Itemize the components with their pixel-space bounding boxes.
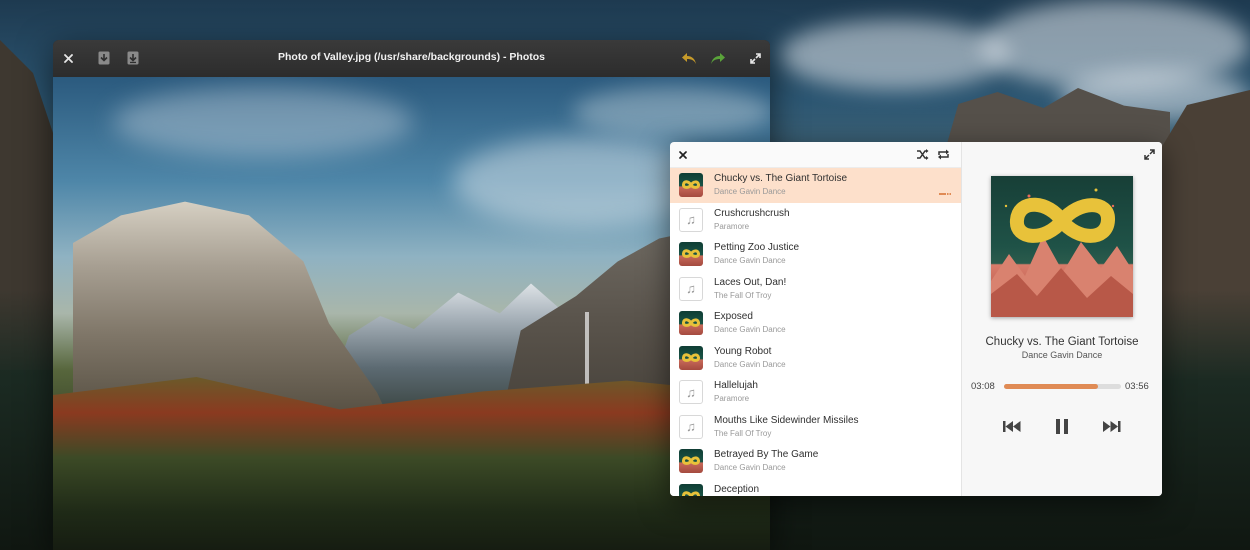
track-row[interactable]: ♫ Laces Out, Dan! The Fall Of Troy [670, 272, 961, 307]
duration-time: 03:56 [1125, 381, 1149, 392]
track-row[interactable]: Betrayed By The Game Dance Gavin Dance [670, 444, 961, 479]
photo-canvas[interactable] [53, 77, 770, 550]
seek-bar[interactable] [1004, 384, 1121, 389]
now-playing-title: Chucky vs. The Giant Tortoise [985, 336, 1139, 348]
repeat-icon[interactable] [935, 147, 951, 162]
close-icon[interactable] [676, 148, 690, 161]
skip-previous-icon[interactable] [1000, 415, 1024, 437]
photos-window: Photo of Valley.jpg (/usr/share/backgrou… [53, 40, 770, 550]
photos-headerbar: Photo of Valley.jpg (/usr/share/backgrou… [53, 40, 770, 78]
redo-icon[interactable] [708, 48, 728, 68]
close-icon[interactable] [59, 48, 77, 68]
window-title: Photo of Valley.jpg (/usr/share/backgrou… [277, 51, 545, 63]
track-artist: Dance Gavin Dance [714, 256, 786, 265]
now-playing-artist: Dance Gavin Dance [1021, 350, 1103, 360]
fullscreen-icon[interactable] [1142, 147, 1157, 162]
track-artist: Dance Gavin Dance [714, 187, 786, 196]
track-row[interactable]: Exposed Dance Gavin Dance [670, 306, 961, 341]
track-artist: Dance Gavin Dance [714, 359, 786, 369]
track-row[interactable]: Chucky vs. The Giant Tortoise Dance Gavin… [670, 168, 961, 203]
music-note-icon: ♫ [679, 380, 703, 404]
track-row[interactable]: Petting Zoo Justice Dance Gavin Dance [670, 237, 961, 272]
track-title: Laces Out, Dan! [714, 276, 787, 288]
seek-bar-fill [1004, 384, 1098, 389]
track-artist: The Fall Of Troy [714, 428, 772, 438]
skip-next-icon[interactable] [1100, 415, 1124, 437]
album-thumbnail [679, 449, 703, 473]
music-note-icon: ♫ [679, 276, 703, 301]
album-thumbnail [679, 173, 703, 197]
track-title: Petting Zoo Justice [714, 242, 800, 253]
album-thumbnail [679, 345, 703, 370]
download-icon[interactable] [95, 48, 113, 68]
music-window: Chucky vs. The Giant Tortoise Dance Gavin… [670, 142, 1162, 496]
album-thumbnail [679, 242, 703, 266]
track-artist: The Fall Of Troy [714, 290, 772, 300]
track-title: Deception [714, 483, 760, 495]
elapsed-time: 03:08 [971, 381, 995, 392]
now-playing-panel: Chucky vs. The Giant Tortoise Dance Gavi… [961, 142, 1162, 496]
music-note-icon: ♫ [679, 207, 703, 232]
track-title: Young Robot [714, 345, 772, 357]
track-title: Chucky vs. The Giant Tortoise [714, 173, 848, 184]
track-row[interactable]: DeceptionDance Gavin Dance [670, 479, 961, 496]
music-note-icon: ♫ [679, 414, 703, 439]
fullscreen-icon[interactable] [746, 48, 764, 68]
track-title: Hallelujah [714, 380, 758, 391]
track-row[interactable]: ♫ Crushcrushcrush Paramore [670, 203, 961, 238]
undo-icon[interactable] [679, 48, 699, 68]
track-artist: Dance Gavin Dance [714, 325, 786, 334]
now-playing-indicator-icon [939, 183, 951, 195]
album-thumbnail [679, 483, 703, 496]
track-artist: Paramore [714, 394, 750, 403]
track-title: Exposed [714, 311, 753, 322]
track-artist: Dance Gavin Dance [714, 463, 786, 472]
track-artist: Paramore [714, 221, 750, 231]
track-title: Mouths Like Sidewinder Missiles [714, 414, 859, 426]
album-thumbnail [679, 311, 703, 335]
track-row[interactable]: ♫ Hallelujah Paramore [670, 375, 961, 410]
album-cover [991, 176, 1133, 317]
track-list: Chucky vs. The Giant Tortoise Dance Gavin… [670, 167, 961, 496]
save-icon[interactable] [124, 48, 142, 68]
shuffle-icon[interactable] [914, 147, 930, 162]
track-title: Betrayed By The Game [714, 449, 819, 460]
track-row[interactable]: ♫ Mouths Like Sidewinder Missiles The Fall… [670, 410, 961, 445]
pause-icon[interactable] [1050, 415, 1074, 437]
track-title: Crushcrushcrush [714, 207, 790, 219]
track-row[interactable]: Young Robot Dance Gavin Dance [670, 341, 961, 376]
